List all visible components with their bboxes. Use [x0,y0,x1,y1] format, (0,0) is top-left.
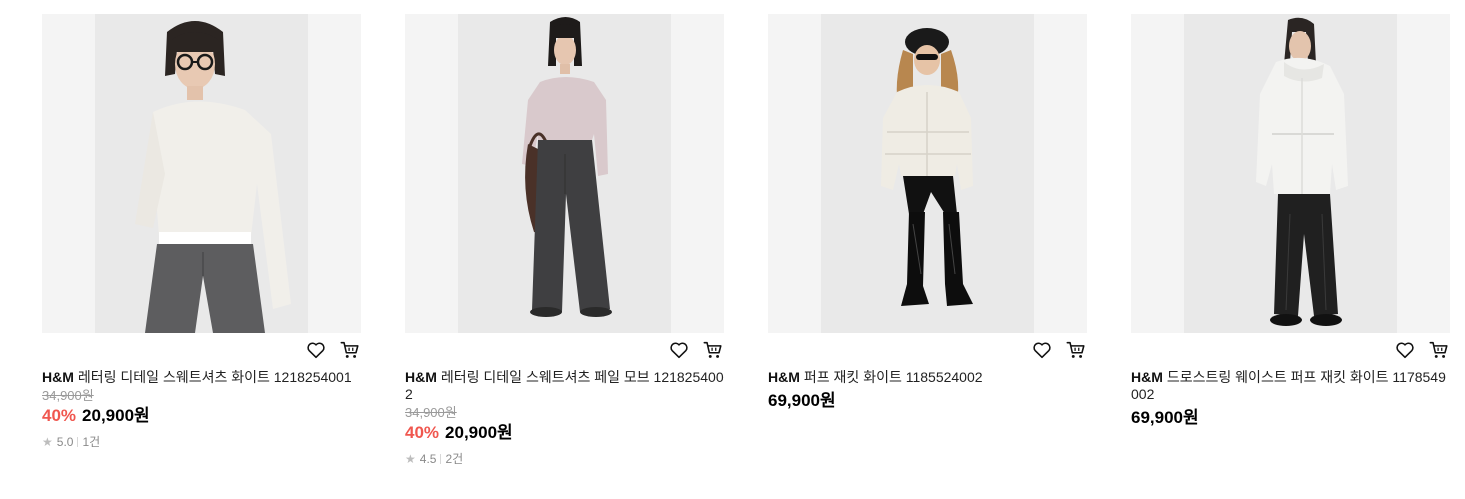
rating-row: ★ 5.0 1건 [42,433,361,450]
product-actions [768,333,1087,367]
product-name: 레터링 디테일 스웨트셔츠 화이트 121825400​1 [77,369,352,385]
review-count: 1건 [82,435,101,449]
product-card[interactable]: H&M 레터링 디테일 스웨트셔츠 화이트 121825400​1 34,900원… [42,14,361,467]
heart-icon[interactable] [305,339,327,361]
product-brand: H&M [405,369,437,385]
original-price: 34,900원 [42,388,94,403]
price-row: 40% 20,900원 [42,405,361,427]
product-grid: H&M 레터링 디테일 스웨트셔츠 화이트 121825400​1 34,900원… [42,14,1450,467]
product-card[interactable]: H&M 드로스트링 웨이스트 퍼프 재킷 화이트 11785​49002 69,9… [1131,14,1450,467]
model-figure-sweatshirt-mauve [522,17,612,317]
product-actions [405,333,724,367]
sale-price: 69,900원 [768,391,836,410]
product-name: 퍼프 재킷 화이트 1185524002 [803,369,983,385]
star-icon: ★ [42,434,53,449]
product-brand: H&M [42,369,74,385]
product-name: 드로스트링 웨이스트 퍼프 재킷 화이트 11785​49002 [1131,369,1446,402]
product-card[interactable]: H&M 퍼프 재킷 화이트 1185524002 69,900원 [768,14,1087,467]
product-image[interactable] [42,14,361,333]
review-count: 2건 [445,452,464,466]
product-actions [42,333,361,367]
rating-row: ★ 4.5 2건 [405,450,724,467]
product-brand: H&M [1131,369,1163,385]
original-price: 34,900원 [405,405,457,420]
product-title[interactable]: H&M 퍼프 재킷 화이트 1185524002 [768,369,1087,386]
product-image[interactable] [768,14,1087,333]
sale-price: 20,900원 [445,423,513,442]
cart-icon[interactable] [339,339,361,361]
sale-price: 69,900원 [1131,408,1199,427]
model-figure-puffer-jacket [881,28,973,306]
product-card[interactable]: H&M 레터링 디테일 스웨트셔츠 페일 모브 1218254​002 34,90… [405,14,724,467]
model-figure-drawstring-puffer [1256,17,1348,326]
product-title[interactable]: H&M 드로스트링 웨이스트 퍼프 재킷 화이트 11785​49002 [1131,369,1450,403]
heart-icon[interactable] [1394,339,1416,361]
model-figure-sweatshirt-white [135,21,291,333]
rating-score: 4.5 [419,451,437,466]
product-actions [1131,333,1450,367]
discount-rate: 40% [42,406,77,425]
price-row: 40% 20,900원 [405,422,724,444]
product-name: 레터링 디테일 스웨트셔츠 페일 모브 1218254​002 [405,369,724,402]
product-brand: H&M [768,369,800,385]
product-title[interactable]: H&M 레터링 디테일 스웨트셔츠 페일 모브 1218254​002 [405,369,724,403]
product-image[interactable] [405,14,724,333]
discount-rate: 40% [405,423,440,442]
cart-icon[interactable] [702,339,724,361]
product-title[interactable]: H&M 레터링 디테일 스웨트셔츠 화이트 121825400​1 [42,369,361,386]
heart-icon[interactable] [1031,339,1053,361]
cart-icon[interactable] [1428,339,1450,361]
divider [77,436,79,447]
price-row: 69,900원 [1131,407,1450,429]
star-icon: ★ [405,451,416,466]
cart-icon[interactable] [1065,339,1087,361]
sale-price: 20,900원 [82,406,150,425]
price-row: 69,900원 [768,390,1087,412]
rating-score: 5.0 [56,434,74,449]
product-image[interactable] [1131,14,1450,333]
divider [440,453,442,464]
heart-icon[interactable] [668,339,690,361]
